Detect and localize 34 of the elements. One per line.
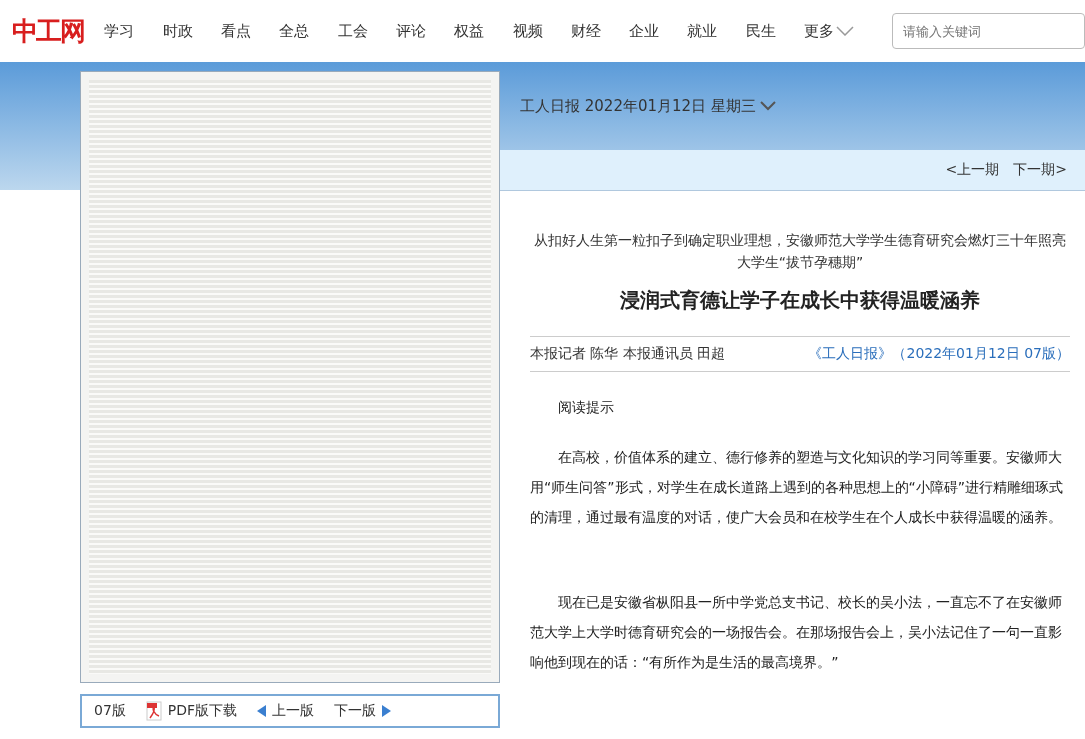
previous-page-link[interactable]: 上一版 [257,702,315,720]
article-paragraph: 在高校，价值体系的建立、德行修养的塑造与文化知识的学习同等重要。安徽师大用“师生问答”形式，对学生在成长道路上遇到的各种思想上的“小障碍”进行精雕细琢式的清理，通过最有温度的对话，使广大会员和在校学生在个人成长中获得温暖的涵养。 [530,448,1064,527]
article-source: 《工人日报》（2022年01月12日 07版） [808,345,1070,363]
pdf-icon [145,701,162,721]
nav-link[interactable]: 评论 [395,21,455,41]
nav-link[interactable]: 财经 [570,21,630,41]
article-title: 浸润式育德让学子在成长中获得温暖涵养 [619,287,981,314]
next-page-link[interactable]: 下一版 [334,702,392,720]
chevron-down-icon [836,26,854,36]
edition-date-dropdown[interactable]: 工人日报 2022年01月12日 星期三 [520,96,776,116]
pdf-download-link[interactable]: PDF版下载 [145,701,238,721]
page-number: 07版 [94,702,126,720]
search-field[interactable]: 请输入关键词 [892,13,1085,49]
nav-link[interactable]: 学习 [104,21,163,41]
nav-link[interactable]: 民生 [745,21,804,41]
triangle-left-icon [257,705,267,717]
article-subtitle: 从扣好人生第一粒扣子到确定职业理想，安徽师范大学学生德育研究会燃灯三十年照亮大学生“拔节孕穗期” [533,231,1067,272]
nav-link[interactable]: 视频 [512,21,571,41]
article-byline: 本报记者 陈华 本报通讯员 田超 [530,345,726,363]
nav-link[interactable]: 权益 [454,21,513,41]
nav-link[interactable]: 时政 [162,21,222,41]
triangle-right-icon [382,705,392,717]
previous-issue-link[interactable]: <上一期 [945,161,1000,179]
chevron-down-icon [759,101,776,111]
next-issue-link[interactable]: 下一期> [1013,161,1067,179]
nav-link[interactable]: 工会 [337,21,396,41]
nav-link[interactable]: 就业 [687,21,746,41]
nav-link[interactable]: 看点 [221,21,280,41]
article-paragraph: 阅读提示 [557,398,615,417]
article-paragraph: 现在已是安徽省枞阳县一所中学党总支书记、校长的吴小法，一直忘不了在安徽师范大学上大学时德育研究会的一场报告会。在那场报告会上，吴小法记住了一句一直影响他到现在的话：“有所作为是生活的最高境界。” [530,593,1063,672]
nav-link[interactable]: 全总 [279,21,338,41]
more-menu[interactable]: 更多 [804,21,884,41]
nav-link[interactable]: 企业 [629,21,688,41]
site-logo[interactable]: 中工网 [12,13,99,49]
